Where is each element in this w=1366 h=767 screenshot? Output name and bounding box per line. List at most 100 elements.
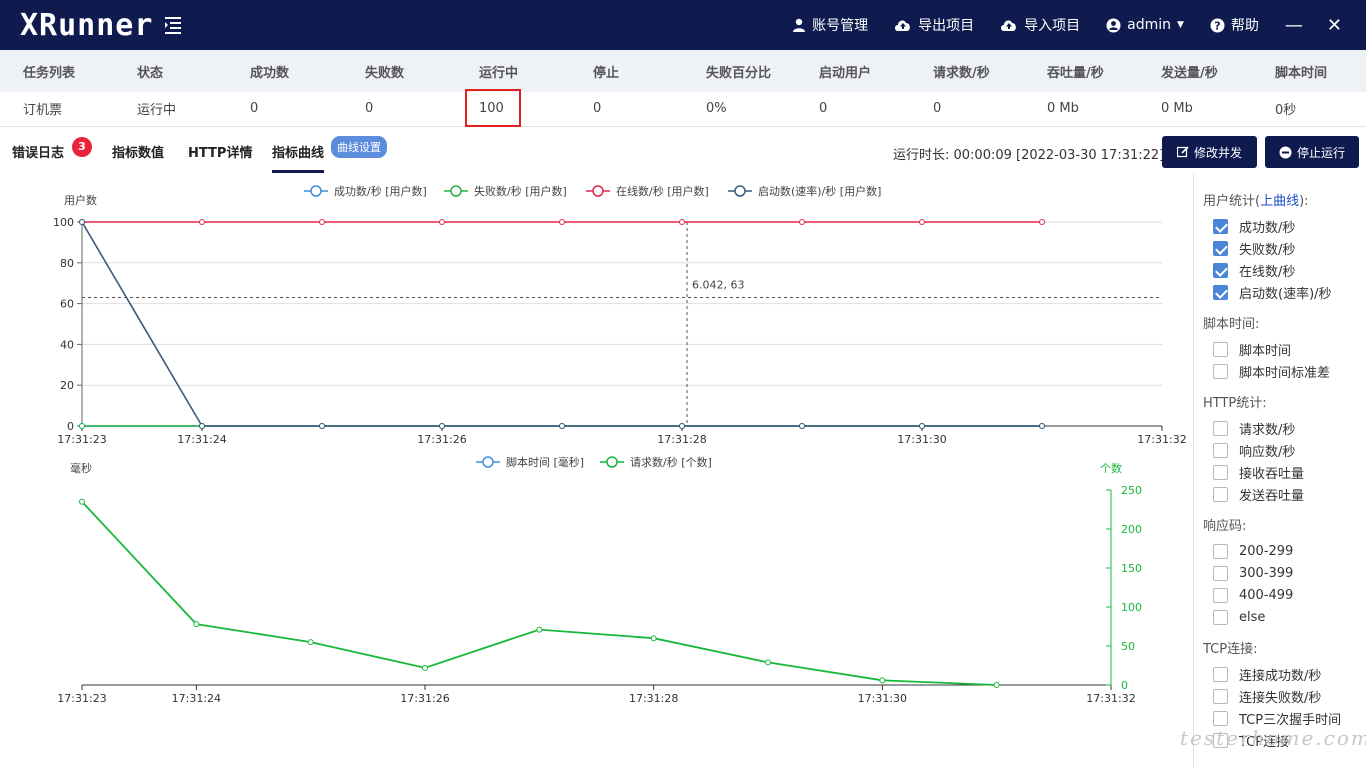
response-code-checkbox-label: 300-399 <box>1239 565 1294 581</box>
header-fail-percent: 失败百分比 <box>706 50 819 92</box>
checkbox-unchecked[interactable] <box>1213 565 1228 581</box>
tab-metric-values[interactable]: 指标数值 <box>112 142 164 161</box>
http-stat-checkbox-row[interactable]: 响应数/秒 <box>1194 439 1366 461</box>
tcp-checkbox-row[interactable]: 连接成功数/秒 <box>1194 663 1366 685</box>
menu-toggle-icon[interactable] <box>163 13 183 37</box>
script-time-checkbox-row[interactable]: 脚本时间标准差 <box>1194 360 1366 382</box>
checkbox-unchecked[interactable] <box>1213 710 1228 726</box>
close-button[interactable]: ✕ <box>1327 15 1342 36</box>
legend-marker <box>450 185 462 197</box>
y-tick-label: 40 <box>60 338 74 351</box>
header-script-time: 脚本时间 <box>1275 50 1366 92</box>
modify-concurrency-label: 修改并发 <box>1193 145 1242 160</box>
checkbox-unchecked[interactable] <box>1213 420 1228 436</box>
upper-curve-link[interactable]: 上曲线 <box>1260 194 1299 209</box>
checkbox-checked[interactable] <box>1213 284 1228 300</box>
checkbox-unchecked[interactable] <box>1213 363 1228 379</box>
header-start-users: 启动用户 <box>819 50 933 92</box>
data-point <box>439 423 445 429</box>
y2-axis-label: 个数 <box>1100 462 1122 475</box>
chart-area: 用户数 成功数/秒 [用户数] 失败数/秒 [用户数] 在线数/秒 [用户数] 启动数(… <box>0 174 1192 767</box>
checkbox-unchecked[interactable] <box>1213 587 1228 603</box>
user-stat-checkbox-row[interactable]: 失败数/秒 <box>1194 237 1366 259</box>
data-point <box>679 219 685 225</box>
legend-marker <box>592 185 604 197</box>
checkbox-unchecked[interactable] <box>1213 666 1228 682</box>
highlight-box <box>465 89 521 127</box>
curve-settings-button[interactable]: 曲线设置 <box>331 136 387 158</box>
data-point <box>1039 423 1045 429</box>
tcp-checkbox-row[interactable]: 连接失败数/秒 <box>1194 685 1366 707</box>
checkbox-checked[interactable] <box>1213 262 1228 278</box>
http-stat-checkbox-row[interactable]: 接收吞吐量 <box>1194 461 1366 483</box>
user-stat-checkbox-row[interactable]: 成功数/秒 <box>1194 215 1366 237</box>
user-stat-checkbox-row[interactable]: 在线数/秒 <box>1194 259 1366 281</box>
checkbox-unchecked[interactable] <box>1213 486 1228 502</box>
checkbox-unchecked[interactable] <box>1213 464 1228 480</box>
checkbox-unchecked[interactable] <box>1213 341 1228 357</box>
tcp-checkbox-label: TCP三次握手时间 <box>1239 712 1342 728</box>
checkbox-unchecked[interactable] <box>1213 543 1228 559</box>
header-requests-per-sec: 请求数/秒 <box>933 50 1047 92</box>
user-stat-checkbox-row[interactable]: 启动数(速率)/秒 <box>1194 281 1366 303</box>
response-code-checkbox-row[interactable]: else <box>1194 606 1366 628</box>
export-project-button[interactable]: 导出项目 <box>894 15 974 35</box>
data-point <box>439 219 445 225</box>
script-time-checkbox-row[interactable]: 脚本时间 <box>1194 338 1366 360</box>
header-status: 状态 <box>137 50 250 92</box>
response-code-checkbox-row[interactable]: 400-499 <box>1194 584 1366 606</box>
legend-label: 启动数(速率)/秒 [用户数] <box>758 184 881 198</box>
minimize-button[interactable]: — <box>1285 15 1303 36</box>
tab-bar: 错误日志 3 指标数值 HTTP详情 指标曲线 曲线设置 运行时长: 00:00… <box>0 126 1366 174</box>
y-tick-label: 60 <box>60 298 74 311</box>
edit-icon <box>1176 146 1189 158</box>
modify-concurrency-button[interactable]: 修改并发 <box>1162 136 1257 168</box>
user-count-chart: 用户数 成功数/秒 [用户数] 失败数/秒 [用户数] 在线数/秒 [用户数] 启动数(… <box>53 184 1187 446</box>
legend-label: 失败数/秒 [用户数] <box>474 184 567 198</box>
cell-fail: 0 <box>365 92 479 127</box>
runtime-status: 运行时长: 00:00:09 [2022-03-30 17:31:22] <box>893 148 1165 163</box>
checkbox-unchecked[interactable] <box>1213 609 1228 625</box>
curve-side-panel: 用户统计(上曲线): 成功数/秒 失败数/秒 在线数/秒 启动数(速率)/秒 脚本时间… <box>1193 174 1366 767</box>
help-button[interactable]: ? 帮助 <box>1210 15 1259 35</box>
http-stat-checkbox-row[interactable]: 请求数/秒 <box>1194 417 1366 439</box>
tcp-checkbox-label: 连接成功数/秒 <box>1239 668 1322 684</box>
checkbox-checked[interactable] <box>1213 240 1228 256</box>
import-project-button[interactable]: 导入项目 <box>1000 15 1080 35</box>
http-stat-checkbox-row[interactable]: 发送吞吐量 <box>1194 483 1366 505</box>
http-stat-checkbox-label: 发送吞吐量 <box>1239 488 1305 504</box>
tab-http-details[interactable]: HTTP详情 <box>188 142 252 161</box>
tab-error-log[interactable]: 错误日志 <box>12 142 64 161</box>
data-point <box>799 423 805 429</box>
response-code-checkbox-label: else <box>1239 609 1266 625</box>
checkbox-unchecked[interactable] <box>1213 442 1228 458</box>
y-axis-label: 毫秒 <box>70 461 92 475</box>
user-stat-checkbox-label: 成功数/秒 <box>1239 220 1296 236</box>
y-tick-label: 20 <box>60 379 74 392</box>
checkbox-unchecked[interactable] <box>1213 688 1228 704</box>
legend-label: 成功数/秒 [用户数] <box>334 184 427 198</box>
account-management-button[interactable]: 账号管理 <box>792 15 868 35</box>
x-tick-label: 17:31:32 <box>1086 692 1135 705</box>
response-code-checkbox-row[interactable]: 200-299 <box>1194 540 1366 562</box>
tab-metric-curves[interactable]: 指标曲线 <box>272 142 325 173</box>
stop-run-button[interactable]: 停止运行 <box>1265 136 1359 168</box>
checkbox-checked[interactable] <box>1213 218 1228 234</box>
cell-status: 运行中 <box>137 92 250 127</box>
stop-run-label: 停止运行 <box>1296 145 1345 160</box>
user-name: admin <box>1127 17 1171 33</box>
response-code-checkbox-row[interactable]: 300-399 <box>1194 562 1366 584</box>
y-tick-label: 100 <box>53 216 74 229</box>
header-stopped: 停止 <box>593 50 706 92</box>
user-menu[interactable]: admin ▼ <box>1106 17 1184 33</box>
cell-running: 100 <box>465 89 593 127</box>
table-row[interactable]: 订机票 运行中 0 0 100 0 0% 0 0 0 Mb 0 Mb 0秒 <box>0 89 1366 127</box>
cloud-upload-icon <box>895 20 910 31</box>
data-point <box>993 682 1000 688</box>
data-point <box>559 423 565 429</box>
cell-fail-percent: 0% <box>706 92 819 127</box>
x-tick-label: 17:31:26 <box>400 692 449 705</box>
data-point <box>919 423 925 429</box>
data-point <box>307 639 314 646</box>
error-count-badge: 3 <box>72 137 92 157</box>
